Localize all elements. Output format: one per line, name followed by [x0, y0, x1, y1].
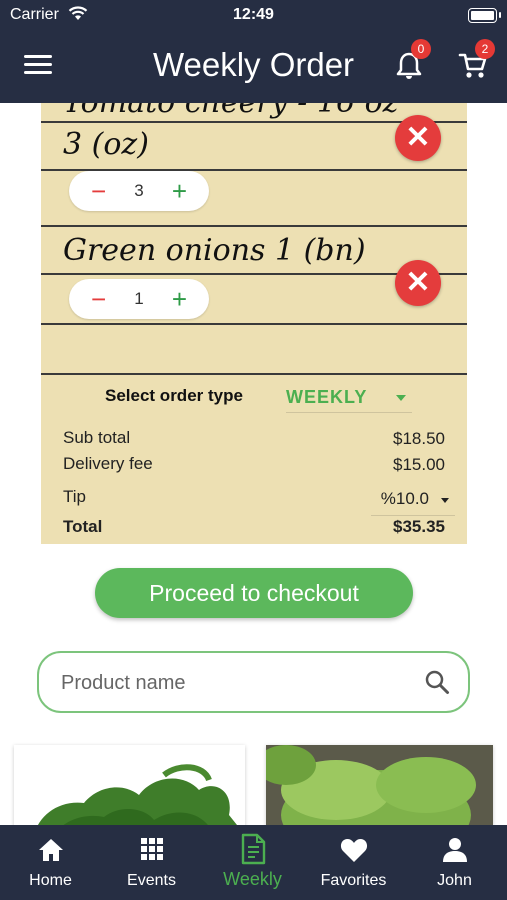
quantity-value: 1	[134, 289, 144, 308]
status-bar: Carrier 12:49	[0, 0, 507, 30]
tab-label: Favorites	[320, 872, 387, 889]
order-type-dropdown[interactable]: WEEKLY	[286, 382, 412, 413]
order-item-name: Tomato cheery - 16 oz	[63, 103, 398, 120]
tab-label: Weekly	[223, 869, 282, 889]
product-search	[37, 651, 470, 713]
subtotal-value: $18.50	[393, 429, 445, 448]
tab-profile[interactable]: John	[404, 825, 507, 900]
paper-rule	[41, 323, 467, 325]
quantity-value: 3	[134, 181, 144, 200]
tab-weekly[interactable]: Weekly	[202, 825, 303, 900]
delivery-fee-value: $15.00	[393, 455, 445, 474]
paper-rule	[41, 373, 467, 375]
tab-favorites[interactable]: Favorites	[303, 825, 404, 900]
subtotal-label: Sub total	[63, 428, 131, 447]
heart-icon	[303, 837, 404, 868]
order-item-unit: 3 (oz)	[63, 127, 149, 162]
lettuce-image	[266, 745, 493, 835]
remove-item-button[interactable]: ✕	[395, 115, 441, 161]
page-title: Weekly Order	[152, 46, 355, 83]
dropdown-caret-icon	[396, 395, 406, 401]
tab-label: John	[437, 872, 472, 889]
order-type-value: WEEKLY	[286, 387, 368, 407]
order-item-name: Green onions 1 (bn)	[63, 233, 366, 268]
kale-image	[14, 745, 245, 835]
clock: 12:49	[233, 6, 274, 23]
tip-label: Tip	[63, 487, 86, 506]
order-list-icon	[202, 833, 303, 870]
bottom-tab-bar: Home Events Weekly Favorites John	[0, 825, 507, 900]
tab-label: Events	[127, 872, 176, 889]
battery-icon	[468, 8, 501, 23]
dropdown-caret-icon	[441, 498, 449, 503]
user-icon	[404, 837, 505, 868]
remove-item-button[interactable]: ✕	[395, 260, 441, 306]
divider	[371, 515, 455, 516]
paper-rule	[41, 225, 467, 227]
decrease-quantity-button[interactable]: −	[91, 178, 106, 204]
quantity-stepper: − 1 +	[69, 279, 209, 319]
proceed-to-checkout-button[interactable]: Proceed to checkout	[95, 568, 413, 618]
increase-quantity-button[interactable]: +	[172, 286, 187, 312]
search-icon[interactable]	[424, 669, 450, 700]
total-value: $35.35	[393, 517, 445, 536]
tip-dropdown[interactable]: %10.0	[381, 489, 429, 509]
total-label: Total	[63, 517, 103, 536]
product-card[interactable]	[14, 745, 245, 835]
quantity-stepper: − 3 +	[69, 171, 209, 211]
order-type-label: Select order type	[105, 386, 243, 405]
tab-events[interactable]: Events	[101, 825, 202, 900]
order-card: Tomato cheery - 16 oz 3 (oz) ✕ − 3 + Gre…	[41, 103, 467, 544]
delivery-fee-label: Delivery fee	[63, 454, 153, 473]
increase-quantity-button[interactable]: +	[172, 178, 187, 204]
search-input[interactable]	[59, 667, 423, 699]
cart-badge: 2	[475, 39, 495, 59]
product-card[interactable]	[266, 745, 493, 835]
tab-label: Home	[29, 872, 72, 889]
decrease-quantity-button[interactable]: −	[91, 286, 106, 312]
tab-home[interactable]: Home	[0, 825, 101, 900]
notification-badge: 0	[411, 39, 431, 59]
grid-icon	[101, 837, 202, 866]
top-bar: Carrier 12:49 Weekly Order 0 2	[0, 0, 507, 103]
home-icon	[0, 837, 101, 868]
